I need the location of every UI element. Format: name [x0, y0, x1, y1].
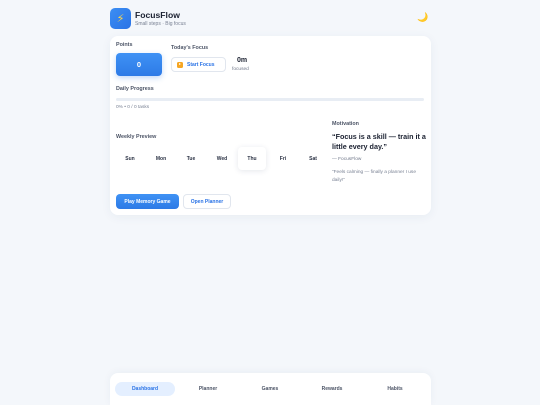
daily-progress-text: 0% • 0 / 0 tasks: [116, 105, 150, 110]
motivation-label: Motivation: [332, 121, 359, 127]
lightning-bolt-icon: ⚡: [110, 8, 131, 29]
quote-author: — FocusFlow: [332, 157, 362, 162]
dashboard-card: Points 0 Today's Focus Start Focus 0m fo…: [110, 36, 431, 215]
start-focus-button[interactable]: Start Focus: [171, 57, 226, 72]
nav-habits[interactable]: Habits: [365, 382, 425, 396]
daily-progress-label: Daily Progress: [116, 86, 154, 92]
focus-time-value: 0m: [237, 57, 248, 64]
day-sat[interactable]: Sat: [299, 147, 327, 170]
moon-icon[interactable]: 🌙: [417, 12, 428, 23]
start-focus-label: Start Focus: [187, 61, 215, 68]
nav-rewards[interactable]: Rewards: [302, 382, 362, 396]
bottom-nav: Dashboard Planner Games Rewards Habits: [110, 373, 431, 405]
day-fri[interactable]: Fri: [269, 147, 297, 170]
app-title: FocusFlow: [135, 10, 180, 20]
points-value: 0: [116, 53, 162, 76]
nav-planner[interactable]: Planner: [178, 382, 238, 396]
open-planner-button[interactable]: Open Planner: [183, 194, 231, 209]
weekly-preview-days: Sun Mon Tue Wed Thu Fri Sat: [116, 147, 331, 170]
points-label: Points: [116, 42, 133, 48]
app-subtitle: Small steps · Big focus: [135, 20, 186, 27]
testimonial: “Feels calming — finally a planner I use…: [332, 170, 416, 183]
focus-time-label: focused: [232, 67, 249, 72]
day-tue[interactable]: Tue: [177, 147, 205, 170]
motivation-quote: “Focus is a skill — train it a little ev…: [332, 132, 426, 151]
day-thu[interactable]: Thu: [238, 147, 266, 170]
todays-focus-label: Today's Focus: [171, 45, 209, 51]
day-sun[interactable]: Sun: [116, 147, 144, 170]
day-wed[interactable]: Wed: [208, 147, 236, 170]
nav-dashboard[interactable]: Dashboard: [115, 382, 175, 396]
nav-games[interactable]: Games: [240, 382, 300, 396]
daily-progress-bar: [116, 97, 424, 101]
app-header: ⚡ FocusFlow Small steps · Big focus 🌙: [110, 8, 430, 30]
play-memory-game-button[interactable]: Play Memory Game: [116, 194, 179, 209]
weekly-preview-label: Weekly Preview: [116, 134, 157, 140]
day-mon[interactable]: Mon: [147, 147, 175, 170]
play-icon: [177, 61, 183, 68]
